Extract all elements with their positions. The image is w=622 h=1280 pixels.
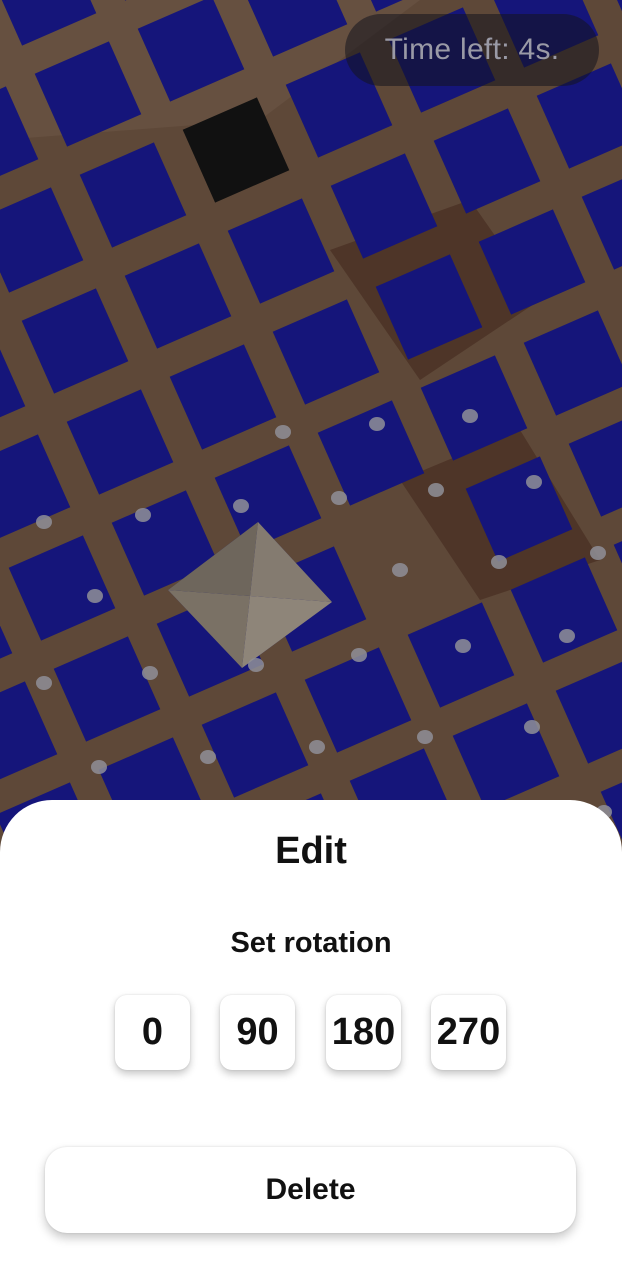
placement-dot [417, 730, 433, 744]
delete-button[interactable]: Delete [45, 1147, 576, 1233]
placement-dot [392, 563, 408, 577]
placement-dot [559, 629, 575, 643]
placement-dot [309, 740, 325, 754]
placement-dot [36, 515, 52, 529]
placement-dot [91, 760, 107, 774]
placement-dot [590, 546, 606, 560]
time-left-badge: Time left: 4s. [345, 14, 599, 86]
placement-dot [142, 666, 158, 680]
placement-dot [36, 676, 52, 690]
placement-dot [275, 425, 291, 439]
placement-dot [462, 409, 478, 423]
placement-dot [369, 417, 385, 431]
rotation-180-button[interactable]: 180 [326, 995, 401, 1070]
placement-dot [351, 648, 367, 662]
placement-dot [526, 475, 542, 489]
placement-dot [248, 658, 264, 672]
set-rotation-label: Set rotation [230, 927, 392, 959]
placement-dot [455, 639, 471, 653]
rotation-0-button[interactable]: 0 [115, 995, 190, 1070]
placement-dot [233, 499, 249, 513]
time-left-text: Time left: 4s. [384, 33, 560, 66]
placement-dot [200, 750, 216, 764]
rotation-270-button[interactable]: 270 [431, 995, 506, 1070]
placement-dot [524, 720, 540, 734]
placement-dot [491, 555, 507, 569]
placement-dot [428, 483, 444, 497]
placement-dot [87, 589, 103, 603]
rotation-90-button[interactable]: 90 [220, 995, 295, 1070]
placement-dot [331, 491, 347, 505]
placement-dot [135, 508, 151, 522]
sheet-title: Edit [275, 830, 347, 872]
